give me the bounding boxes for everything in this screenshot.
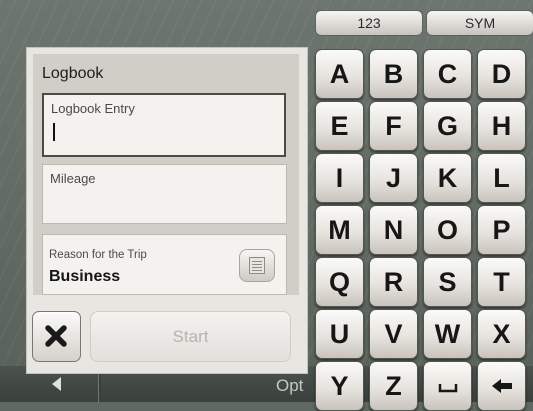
key-q[interactable]: Q: [315, 257, 364, 307]
reason-value: Business: [49, 268, 121, 285]
space-key[interactable]: [423, 361, 472, 411]
logbook-entry-field[interactable]: Logbook Entry: [42, 93, 286, 157]
numeric-mode-button[interactable]: 123: [315, 10, 423, 36]
key-r[interactable]: R: [369, 257, 418, 307]
key-c[interactable]: C: [423, 49, 472, 99]
dialog-title: Logbook: [42, 65, 104, 82]
key-t[interactable]: T: [477, 257, 526, 307]
key-l[interactable]: L: [477, 153, 526, 203]
key-z[interactable]: Z: [369, 361, 418, 411]
key-j[interactable]: J: [369, 153, 418, 203]
bottom-bar-divider: [98, 370, 101, 402]
symbol-mode-button[interactable]: SYM: [426, 10, 533, 36]
key-d[interactable]: D: [477, 49, 526, 99]
key-a[interactable]: A: [315, 49, 364, 99]
key-b[interactable]: B: [369, 49, 418, 99]
start-label: Start: [172, 327, 209, 346]
key-f[interactable]: F: [369, 101, 418, 151]
close-icon: [45, 325, 67, 347]
backspace-icon: [492, 379, 512, 393]
logbook-form: Logbook Logbook Entry Mileage Reason for…: [33, 54, 299, 295]
key-n[interactable]: N: [369, 205, 418, 255]
mileage-label: Mileage: [50, 171, 96, 186]
key-s[interactable]: S: [423, 257, 472, 307]
list-icon: [249, 257, 265, 274]
back-arrow-icon[interactable]: [52, 377, 61, 391]
reason-label: Reason for the Trip: [49, 249, 147, 261]
logbook-dialog: Logbook Logbook Entry Mileage Reason for…: [26, 47, 308, 374]
start-button[interactable]: Start: [90, 311, 291, 362]
key-y[interactable]: Y: [315, 361, 364, 411]
key-g[interactable]: G: [423, 101, 472, 151]
key-m[interactable]: M: [315, 205, 364, 255]
key-h[interactable]: H: [477, 101, 526, 151]
text-caret: [53, 123, 55, 141]
reason-list-button[interactable]: [239, 249, 275, 282]
close-button[interactable]: [32, 311, 81, 362]
key-w[interactable]: W: [423, 309, 472, 359]
key-i[interactable]: I: [315, 153, 364, 203]
backspace-key[interactable]: [477, 361, 526, 411]
mileage-field[interactable]: Mileage: [42, 164, 287, 224]
key-v[interactable]: V: [369, 309, 418, 359]
space-icon: [438, 384, 458, 393]
key-o[interactable]: O: [423, 205, 472, 255]
key-p[interactable]: P: [477, 205, 526, 255]
key-x[interactable]: X: [477, 309, 526, 359]
reason-field[interactable]: Reason for the Trip Business: [42, 234, 287, 295]
key-u[interactable]: U: [315, 309, 364, 359]
logbook-entry-label: Logbook Entry: [51, 101, 135, 116]
key-e[interactable]: E: [315, 101, 364, 151]
key-k[interactable]: K: [423, 153, 472, 203]
options-label[interactable]: Opt: [276, 376, 303, 396]
